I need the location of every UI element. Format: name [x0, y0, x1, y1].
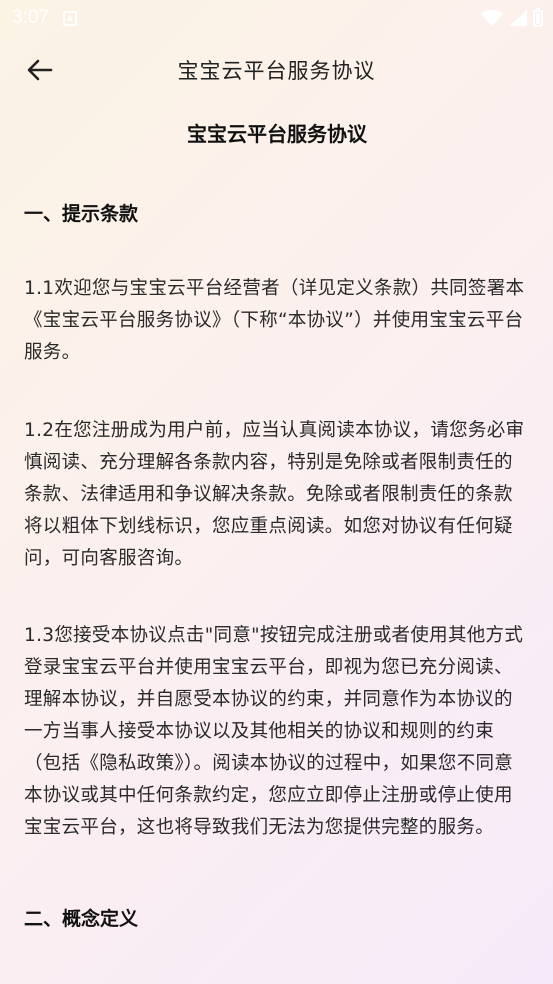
back-button[interactable]: [20, 54, 60, 86]
section-heading-definitions: 二、概念定义: [24, 908, 139, 930]
document-title: 宝宝云平台服务协议: [187, 122, 367, 146]
wifi-icon: [481, 10, 503, 26]
paragraph-1-1: 1.1欢迎您与宝宝云平台经营者（详见定义条款）共同签署本《宝宝云平台服务协议》（…: [24, 278, 525, 363]
battery-icon: [533, 7, 543, 27]
status-right: [481, 7, 543, 27]
paragraph-1-2: 1.2在您注册成为用户前，应当认真阅读本协议，请您务必审慎阅读、充分理解各条款内…: [24, 420, 525, 569]
app-bar: 宝宝云平台服务协议: [0, 40, 553, 100]
signal-icon: [509, 10, 527, 26]
status-left: 3:07: [12, 7, 77, 29]
status-bar: 3:07: [0, 0, 553, 36]
notification-icon: [62, 10, 77, 26]
status-time: 3:07: [12, 7, 49, 28]
page-title: 宝宝云平台服务协议: [177, 59, 376, 83]
arrow-left-icon: [27, 59, 53, 81]
paragraph-1-3: 1.3您接受本协议点击"同意"按钮完成注册或者使用其他方式登录宝宝云平台并使用宝…: [24, 625, 524, 838]
agreement-content: 宝宝云平台服务协议 一、提示条款 1.1欢迎您与宝宝云平台经营者（详见定义条款）…: [24, 118, 530, 934]
section-heading-prompt-terms: 一、提示条款: [24, 203, 139, 225]
